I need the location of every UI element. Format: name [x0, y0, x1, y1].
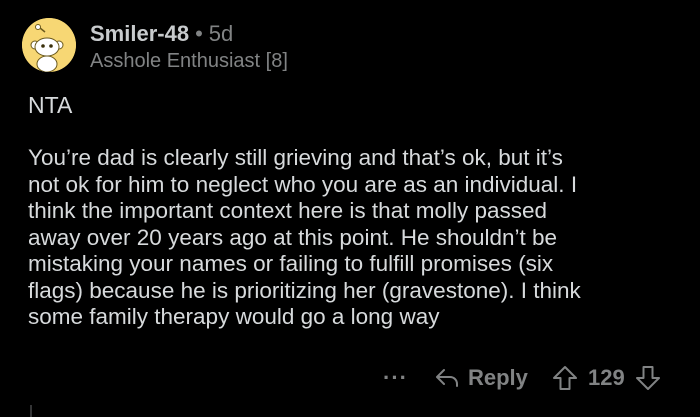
- comment-meta: Smiler-48 • 5d: [90, 20, 233, 48]
- comment-body-line: You’re dad is clearly still grieving and…: [28, 145, 563, 170]
- comment-actions: ··· Reply 129: [0, 362, 700, 396]
- vote-controls: 129: [552, 362, 661, 394]
- comment-body-line: think the important context here is that…: [28, 198, 548, 223]
- more-options-button[interactable]: ···: [383, 364, 408, 392]
- upvote-arrow-icon[interactable]: [552, 365, 578, 391]
- reply-button[interactable]: Reply: [434, 362, 528, 394]
- comment-age: 5d: [208, 21, 234, 46]
- comment-body: You’re dad is clearly still grieving and…: [28, 145, 688, 331]
- thread-line: [30, 405, 32, 417]
- comment-body-line: not ok for him to neglect who you are as…: [28, 171, 578, 197]
- reply-label: Reply: [468, 365, 528, 390]
- reply-arrow-icon: [436, 369, 458, 387]
- snoo-avatar-icon[interactable]: [22, 18, 76, 72]
- comment-body-line: some family therapy would go a long way: [28, 304, 440, 329]
- comment-body-line: flags) because he is prioritizing her (g…: [28, 277, 581, 303]
- user-flair: Asshole Enthusiast [8]: [90, 50, 288, 72]
- comment: Smiler-48 • 5d Asshole Enthusiast [8] NTA …: [0, 0, 700, 417]
- meta-separator: •: [195, 21, 203, 46]
- vote-score: 129: [588, 365, 625, 390]
- verdict-text: NTA: [28, 92, 73, 118]
- comment-body-line: mistaking your names or failing to fulfi…: [28, 251, 554, 276]
- downvote-arrow-icon[interactable]: [635, 365, 661, 391]
- comment-body-line: away over 20 years ago at this point. He…: [28, 224, 558, 250]
- author-name[interactable]: Smiler-48: [90, 21, 189, 46]
